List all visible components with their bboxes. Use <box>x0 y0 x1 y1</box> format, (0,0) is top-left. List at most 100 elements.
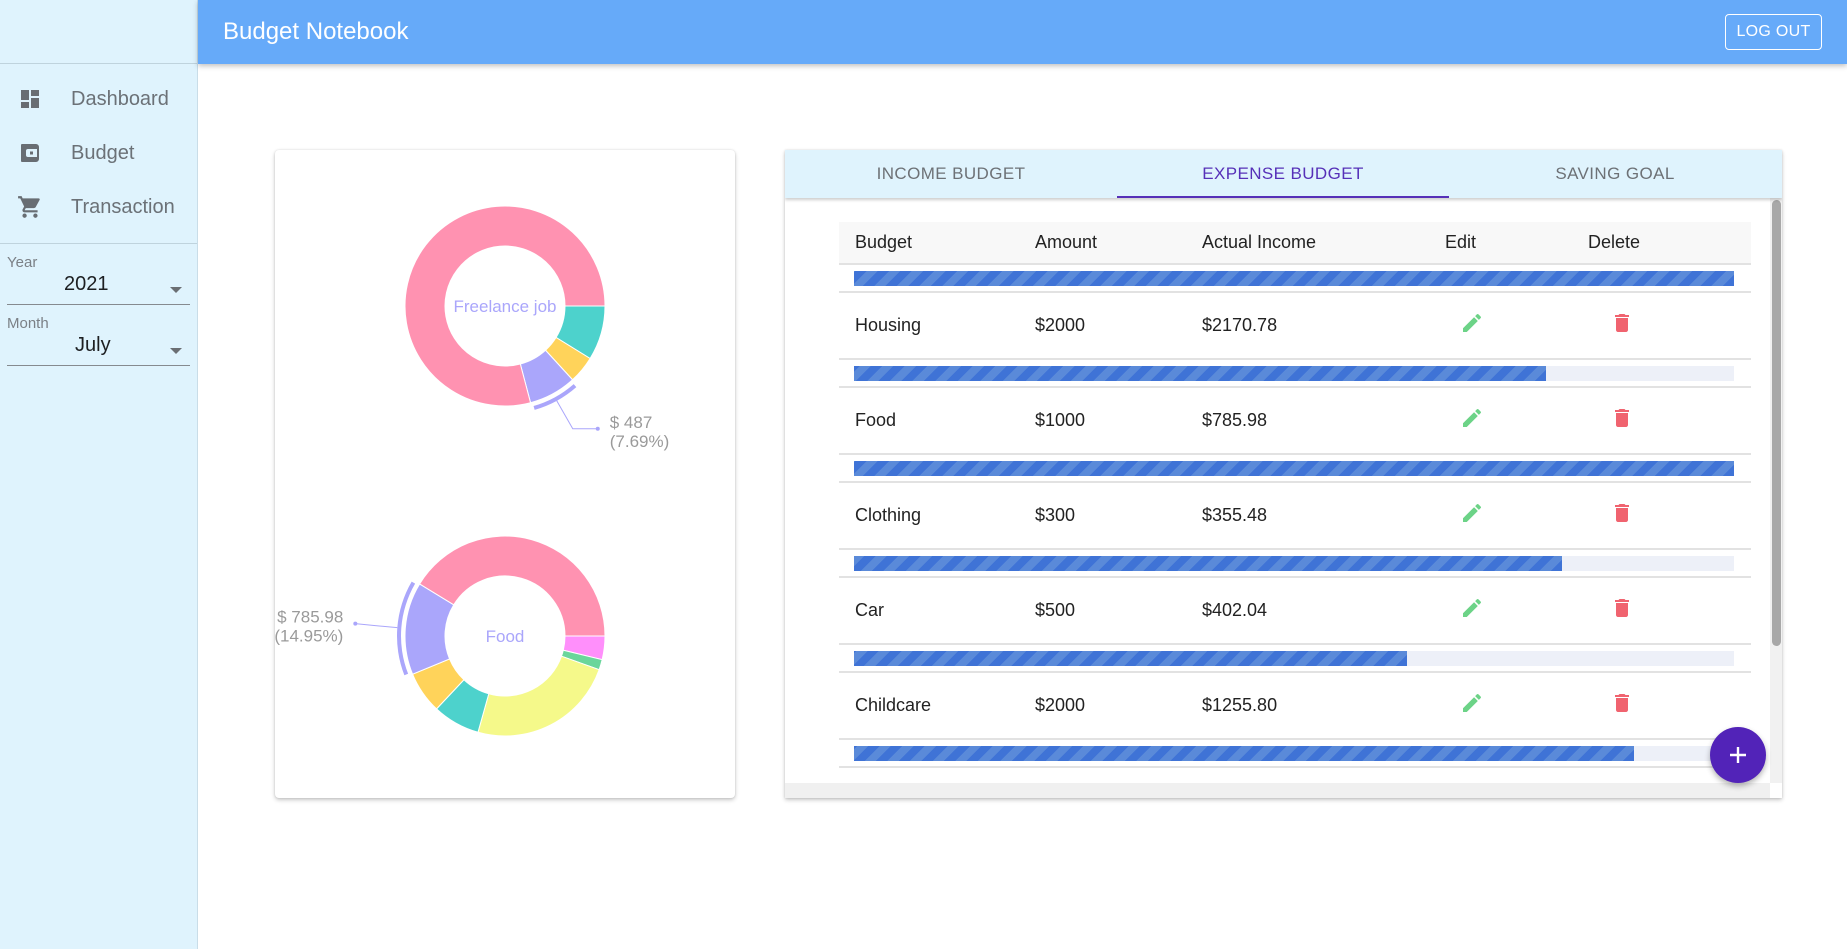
add-budget-button[interactable] <box>1710 727 1766 783</box>
progress-fill <box>854 460 1734 476</box>
progress-fill <box>854 745 1634 761</box>
progress-row <box>839 644 1751 673</box>
budget-tabs: INCOME BUDGET EXPENSE BUDGET SAVING GOAL <box>785 150 1782 198</box>
tab-saving-goal[interactable]: SAVING GOAL <box>1449 150 1781 198</box>
pencil-icon <box>1460 691 1484 720</box>
cell-budget: Clothing <box>839 482 1035 550</box>
edit-button[interactable] <box>1452 496 1492 536</box>
trash-icon <box>1610 691 1634 720</box>
table-header-row: Budget Amount Actual Income Edit Delete <box>839 222 1751 265</box>
trash-icon <box>1610 501 1634 530</box>
cell-budget: Childcare <box>839 672 1035 740</box>
progress-fill <box>854 555 1562 571</box>
progress-fill <box>854 365 1546 381</box>
year-select[interactable]: Year 2021 <box>7 244 190 305</box>
delete-button[interactable] <box>1602 496 1642 536</box>
pencil-icon <box>1460 406 1484 435</box>
vertical-scrollbar[interactable] <box>1770 198 1782 783</box>
year-value-box[interactable]: 2021 <box>7 271 190 305</box>
sidebar: Dashboard Budget Transaction Year 2021 M… <box>0 0 198 949</box>
budget-card: INCOME BUDGET EXPENSE BUDGET SAVING GOAL… <box>785 150 1782 798</box>
slice-value-label: $ 487 <box>610 413 653 432</box>
table-row: Food $1000 $785.98 <box>839 387 1751 455</box>
sidebar-item-label: Budget <box>71 141 135 164</box>
logout-button[interactable]: LOG OUT <box>1725 14 1822 50</box>
table-row: Childcare $2000 $1255.80 <box>839 672 1751 740</box>
budget-progress-bar <box>854 745 1734 761</box>
label-leader-line <box>355 623 398 629</box>
pencil-icon <box>1460 596 1484 625</box>
trash-icon <box>1610 311 1634 340</box>
budget-progress-bar <box>854 270 1734 286</box>
progress-row <box>839 454 1751 483</box>
progress-fill <box>854 650 1407 666</box>
pencil-icon <box>1460 311 1484 340</box>
cell-actual: $2170.78 <box>1202 292 1442 360</box>
edit-button[interactable] <box>1452 686 1492 726</box>
progress-row <box>839 549 1751 578</box>
scrollbar-thumb[interactable] <box>1772 200 1781 646</box>
tab-expense-budget[interactable]: EXPENSE BUDGET <box>1117 150 1449 198</box>
cell-budget: Housing <box>839 292 1035 360</box>
cell-amount: $2000 <box>1035 672 1202 740</box>
cell-actual: $355.48 <box>1202 482 1442 550</box>
edit-button[interactable] <box>1452 591 1492 631</box>
cell-actual: $402.04 <box>1202 577 1442 645</box>
header-budget: Budget <box>839 222 1035 265</box>
chevron-down-icon <box>170 348 182 354</box>
cart-icon <box>17 194 43 220</box>
delete-button[interactable] <box>1602 401 1642 441</box>
horizontal-scrollbar[interactable] <box>785 783 1770 798</box>
wallet-icon <box>17 140 43 166</box>
pencil-icon <box>1460 501 1484 530</box>
edit-button[interactable] <box>1452 401 1492 441</box>
month-value: July <box>75 334 111 356</box>
header-edit: Edit <box>1442 222 1552 265</box>
month-label: Month <box>7 315 49 332</box>
app-bar: Budget Notebook LOG OUT <box>198 0 1847 64</box>
tab-income-budget[interactable]: INCOME BUDGET <box>785 150 1117 198</box>
label-leader-dot <box>353 621 358 626</box>
donut-chart-2: $ 785.98(14.95%) Food <box>275 535 606 737</box>
budget-progress-bar <box>854 460 1734 476</box>
chevron-down-icon <box>170 287 182 293</box>
sidebar-item-transaction[interactable]: Transaction <box>0 180 197 234</box>
label-leader-line <box>556 400 598 430</box>
month-select[interactable]: Month July <box>7 305 190 366</box>
cell-actual: $785.98 <box>1202 387 1442 455</box>
slice-percent-label: (14.95%) <box>275 627 343 646</box>
plus-icon <box>1730 747 1746 763</box>
month-value-box[interactable]: July <box>7 332 190 366</box>
sidebar-item-budget[interactable]: Budget <box>0 126 197 180</box>
donut-slice[interactable] <box>477 655 600 737</box>
delete-button[interactable] <box>1602 686 1642 726</box>
label-leader-dot <box>595 426 600 431</box>
slice-value-label: $ 785.98 <box>277 608 343 627</box>
header-amount: Amount <box>1035 222 1202 265</box>
slice-percent-label: (7.69%) <box>610 432 670 451</box>
progress-row <box>839 739 1751 768</box>
charts-card: $ 487 (7.69%) Freelance job $ 785.98 (14.95%… <box>275 150 735 798</box>
header-actual: Actual Income <box>1202 222 1442 265</box>
sidebar-header <box>0 0 197 64</box>
donut-center-label: Freelance job <box>453 297 556 316</box>
cell-amount: $2000 <box>1035 292 1202 360</box>
cell-actual: $1255.80 <box>1202 672 1442 740</box>
year-value: 2021 <box>64 273 109 295</box>
app-root: Dashboard Budget Transaction Year 2021 M… <box>0 0 1847 949</box>
dashboard-icon <box>17 86 43 112</box>
table-row: Car $500 $402.04 <box>839 577 1751 645</box>
edit-button[interactable] <box>1452 306 1492 346</box>
cell-amount: $1000 <box>1035 387 1202 455</box>
table-row: Housing $2000 $2170.78 <box>839 292 1751 360</box>
budget-progress-bar <box>854 555 1734 571</box>
sidebar-item-dashboard[interactable]: Dashboard <box>0 72 197 126</box>
cell-amount: $300 <box>1035 482 1202 550</box>
delete-button[interactable] <box>1602 591 1642 631</box>
year-label: Year <box>7 254 38 271</box>
donut-slice[interactable] <box>418 535 606 637</box>
progress-row <box>839 359 1751 388</box>
budget-table-scroll[interactable]: Budget Amount Actual Income Edit Delete … <box>785 198 1775 783</box>
delete-button[interactable] <box>1602 306 1642 346</box>
donut-chart-1: $ 487(7.69%) Freelance job <box>404 205 670 451</box>
